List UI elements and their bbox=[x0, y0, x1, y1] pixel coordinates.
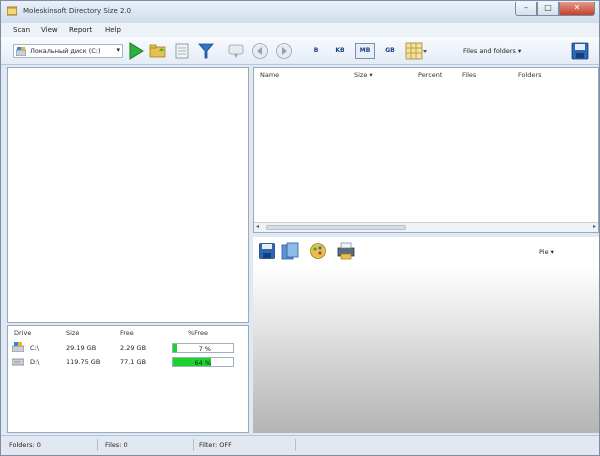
status-bar: Folders: 0 Files: 0 Filter: OFF bbox=[1, 435, 599, 455]
unit-kb-button[interactable]: KB bbox=[331, 43, 349, 59]
unit-b-button[interactable]: B bbox=[309, 43, 323, 59]
play-icon[interactable] bbox=[127, 42, 145, 60]
status-divider bbox=[97, 439, 98, 451]
chevron-down-icon: ▾ bbox=[517, 47, 522, 55]
sort-desc-icon: ▾ bbox=[367, 71, 373, 79]
column-header-name[interactable]: Name bbox=[260, 71, 279, 79]
chevron-down-icon: ▾ bbox=[550, 248, 554, 256]
free-space-percent: 7 % bbox=[198, 345, 211, 353]
drive-size: 29.19 GB bbox=[66, 344, 97, 352]
free-space-bar: 64 % bbox=[172, 357, 234, 367]
toolbar: Локальный диск (C:) ▾ B KB MB GB Files a… bbox=[1, 37, 599, 65]
menu-bar: Scan View Report Help bbox=[1, 23, 599, 37]
free-space-fill bbox=[173, 344, 178, 352]
save-chart-icon[interactable] bbox=[259, 243, 275, 259]
maximize-button[interactable]: □ bbox=[537, 2, 559, 16]
view-mode-dropdown[interactable]: Files and folders ▾ bbox=[463, 47, 521, 55]
report-icon[interactable] bbox=[173, 42, 191, 60]
status-files: Files: 0 bbox=[105, 441, 128, 449]
app-window: Moleskinsoft Directory Size 2.0 – □ ✕ Sc… bbox=[0, 0, 600, 456]
scroll-right-icon[interactable]: ▸ bbox=[593, 223, 596, 230]
copy-icon[interactable] bbox=[281, 242, 299, 260]
forward-icon[interactable] bbox=[275, 42, 293, 60]
print-icon[interactable] bbox=[337, 242, 355, 260]
menu-help[interactable]: Help bbox=[105, 26, 121, 34]
chart-type-label: Pie bbox=[539, 248, 549, 256]
title-bar: Moleskinsoft Directory Size 2.0 – □ ✕ bbox=[1, 1, 599, 23]
drive-select[interactable]: Локальный диск (C:) ▾ bbox=[13, 44, 123, 58]
window-title: Moleskinsoft Directory Size 2.0 bbox=[23, 7, 132, 15]
horizontal-scrollbar[interactable]: ◂ ▸ bbox=[254, 222, 598, 232]
status-filter: Filter: OFF bbox=[199, 441, 232, 449]
chevron-down-icon: ▾ bbox=[116, 46, 120, 54]
drive-icon bbox=[16, 47, 26, 56]
hard-drive-icon bbox=[12, 358, 24, 366]
drive-free: 77.1 GB bbox=[120, 358, 147, 366]
free-space-percent: 64 % bbox=[194, 359, 211, 367]
drive-select-label: Локальный диск (C:) bbox=[30, 47, 101, 55]
chart-type-dropdown[interactable]: Pie ▾ bbox=[539, 248, 554, 256]
scrollbar-thumb[interactable] bbox=[266, 225, 406, 230]
column-header-folders[interactable]: Folders bbox=[518, 71, 541, 79]
drive-size: 119.75 GB bbox=[66, 358, 101, 366]
chart-toolbar: Pie ▾ bbox=[253, 237, 599, 265]
column-header-files[interactable]: Files bbox=[462, 71, 476, 79]
open-folder-icon[interactable] bbox=[149, 42, 167, 60]
filter-icon[interactable] bbox=[197, 42, 215, 60]
status-folders: Folders: 0 bbox=[9, 441, 41, 449]
close-button[interactable]: ✕ bbox=[559, 2, 595, 16]
menu-report[interactable]: Report bbox=[69, 26, 92, 34]
drives-panel: Drive Size Free %Free C:\ 29.19 GB 2.29 … bbox=[7, 325, 249, 433]
folder-tree-panel[interactable] bbox=[7, 67, 249, 323]
column-header-size-label: Size bbox=[354, 71, 368, 79]
menu-view[interactable]: View bbox=[41, 26, 58, 34]
drive-letter: D:\ bbox=[30, 358, 40, 366]
unit-gb-button[interactable]: GB bbox=[381, 43, 399, 59]
file-list-panel[interactable]: Name Size ▾ Percent Files Folders ◂ ▸ bbox=[253, 67, 599, 233]
chart-area bbox=[253, 265, 599, 433]
compare-icon[interactable] bbox=[227, 42, 245, 60]
back-icon[interactable] bbox=[251, 42, 269, 60]
system-drive-icon bbox=[12, 342, 24, 352]
palette-icon[interactable] bbox=[309, 242, 327, 260]
drive-letter: C:\ bbox=[30, 344, 39, 352]
drives-header-drive[interactable]: Drive bbox=[14, 329, 31, 337]
column-header-percent[interactable]: Percent bbox=[418, 71, 442, 79]
status-divider bbox=[295, 439, 296, 451]
save-icon[interactable] bbox=[571, 42, 589, 60]
scroll-left-icon[interactable]: ◂ bbox=[256, 223, 259, 230]
view-mode-label: Files and folders bbox=[463, 47, 516, 55]
columns-icon[interactable] bbox=[405, 42, 427, 60]
column-header-size[interactable]: Size ▾ bbox=[354, 71, 373, 79]
free-space-bar: 7 % bbox=[172, 343, 234, 353]
app-icon bbox=[7, 6, 17, 16]
minimize-button[interactable]: – bbox=[515, 2, 537, 16]
status-divider bbox=[193, 439, 194, 451]
drives-header-size[interactable]: Size bbox=[66, 329, 79, 337]
drives-header-pct-free[interactable]: %Free bbox=[188, 329, 208, 337]
menu-scan[interactable]: Scan bbox=[13, 26, 30, 34]
drives-header-free[interactable]: Free bbox=[120, 329, 134, 337]
drive-free: 2.29 GB bbox=[120, 344, 147, 352]
unit-mb-button[interactable]: MB bbox=[355, 43, 375, 59]
